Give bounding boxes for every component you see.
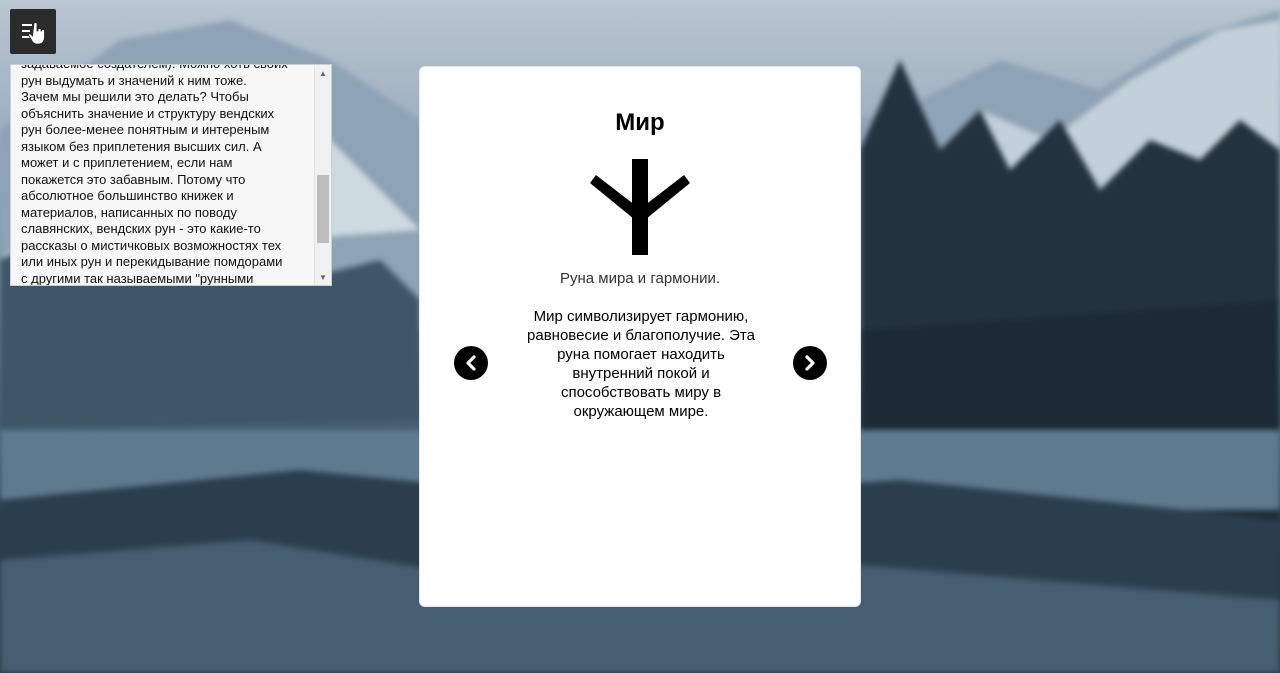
text-line: абсолютное большинство книжек и [21, 188, 234, 203]
text-line: славянских, вендских рун - это какие-то [21, 221, 261, 236]
menu-button[interactable] [10, 9, 56, 54]
vertical-scrollbar[interactable]: ▲ ▼ [314, 65, 331, 285]
rune-title: Мир [615, 109, 665, 136]
chevron-right-icon [805, 355, 815, 371]
text-line: материалов, написанных по поводу [21, 204, 237, 220]
text-line: покажется это забавным. Потому что [21, 171, 246, 187]
text-line: или иных рун и перекидывание помдорами [21, 254, 283, 269]
rune-description: Мир символизирует гармонию, равновесие и… [527, 308, 755, 420]
chevron-left-icon [466, 355, 476, 371]
text-line: рун более-менее понятным и интереным [21, 122, 270, 137]
text-line: задаваемое создателем). Можно хоть своих [21, 65, 315, 73]
scroll-thumb[interactable] [317, 175, 329, 243]
text-line: может и с приплетением, если нам [21, 155, 233, 170]
about-text: задаваемое создателем). Можно хоть своих… [21, 65, 315, 286]
scroll-up-arrow-icon[interactable]: ▲ [315, 65, 331, 81]
about-text-panel[interactable]: задаваемое создателем). Можно хоть своих… [10, 64, 332, 286]
rune-mir-icon [590, 159, 690, 255]
text-line: рун выдумать и значений к ним тоже. [21, 72, 247, 88]
text-line: Зачем мы решили это делать? Чтобы [21, 89, 249, 104]
prev-rune-button[interactable] [454, 346, 488, 380]
scroll-down-arrow-icon[interactable]: ▼ [315, 269, 331, 285]
rune-card: Мир Руна мира и гармонии. Мир символизир… [419, 66, 861, 607]
text-line: языком без приплетения высших сил. А [21, 138, 262, 154]
rune-subtitle: Руна мира и гармонии. [559, 270, 721, 287]
text-line: с другими так называемыми "рунными [21, 270, 254, 286]
text-line: рассказы о мистичковых возможностях тех [21, 237, 282, 253]
text-line: объяснить значение и структуру вендских [21, 105, 275, 121]
menu-hand-icon [22, 21, 45, 44]
next-rune-button[interactable] [793, 346, 827, 380]
